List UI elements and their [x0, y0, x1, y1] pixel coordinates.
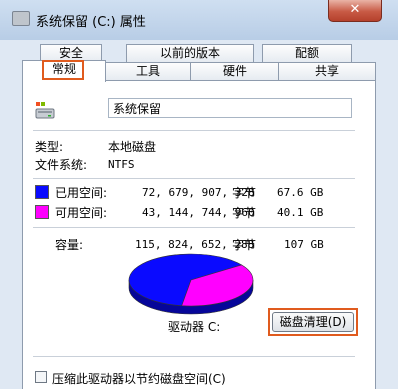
volume-name-input[interactable]: 系统保留 — [108, 98, 352, 118]
separator — [33, 227, 355, 228]
free-space-label: 可用空间: — [55, 206, 108, 220]
used-space-swatch — [35, 185, 49, 199]
separator — [33, 356, 355, 357]
capacity-label: 容量: — [55, 238, 84, 252]
type-label: 类型: — [35, 140, 64, 154]
compress-checkbox[interactable] — [35, 371, 47, 383]
free-space-swatch — [35, 205, 49, 219]
drive-icon — [12, 11, 30, 26]
tab-hardware[interactable]: 硬件 — [190, 62, 280, 80]
tab-tools[interactable]: 工具 — [104, 62, 192, 80]
compress-label: 压缩此驱动器以节约磁盘空间(C) — [52, 372, 226, 386]
used-space-label: 已用空间: — [55, 186, 108, 200]
tab-previous-versions[interactable]: 以前的版本 — [126, 44, 254, 62]
used-space-size: 67.6 GB — [277, 186, 324, 199]
capacity-unit: 字节 — [232, 238, 257, 252]
used-space-unit: 字节 — [232, 186, 257, 200]
capacity-size: 107 GB — [284, 238, 324, 251]
close-button[interactable]: ✕ — [328, 0, 382, 22]
free-space-unit: 字节 — [232, 206, 257, 220]
window-title: 系统保留 (C:) 属性 — [36, 15, 146, 30]
title-bar: 系统保留 (C:) 属性 ✕ — [0, 0, 398, 40]
separator — [33, 178, 355, 179]
general-panel — [22, 80, 376, 389]
tab-sharing[interactable]: 共享 — [278, 62, 376, 80]
free-space-size: 40.1 GB — [277, 206, 324, 219]
filesystem-value: NTFS — [108, 158, 135, 171]
disk-usage-pie-chart — [128, 253, 254, 315]
general-tab-highlight — [42, 60, 84, 80]
disk-cleanup-button[interactable]: 磁盘清理(D) — [272, 312, 354, 332]
separator — [33, 130, 355, 131]
filesystem-label: 文件系统: — [35, 158, 88, 172]
drive-label: 驱动器 C: — [168, 320, 221, 334]
drive-large-icon — [35, 102, 55, 119]
type-value: 本地磁盘 — [108, 140, 157, 154]
tab-quota[interactable]: 配额 — [262, 44, 352, 62]
